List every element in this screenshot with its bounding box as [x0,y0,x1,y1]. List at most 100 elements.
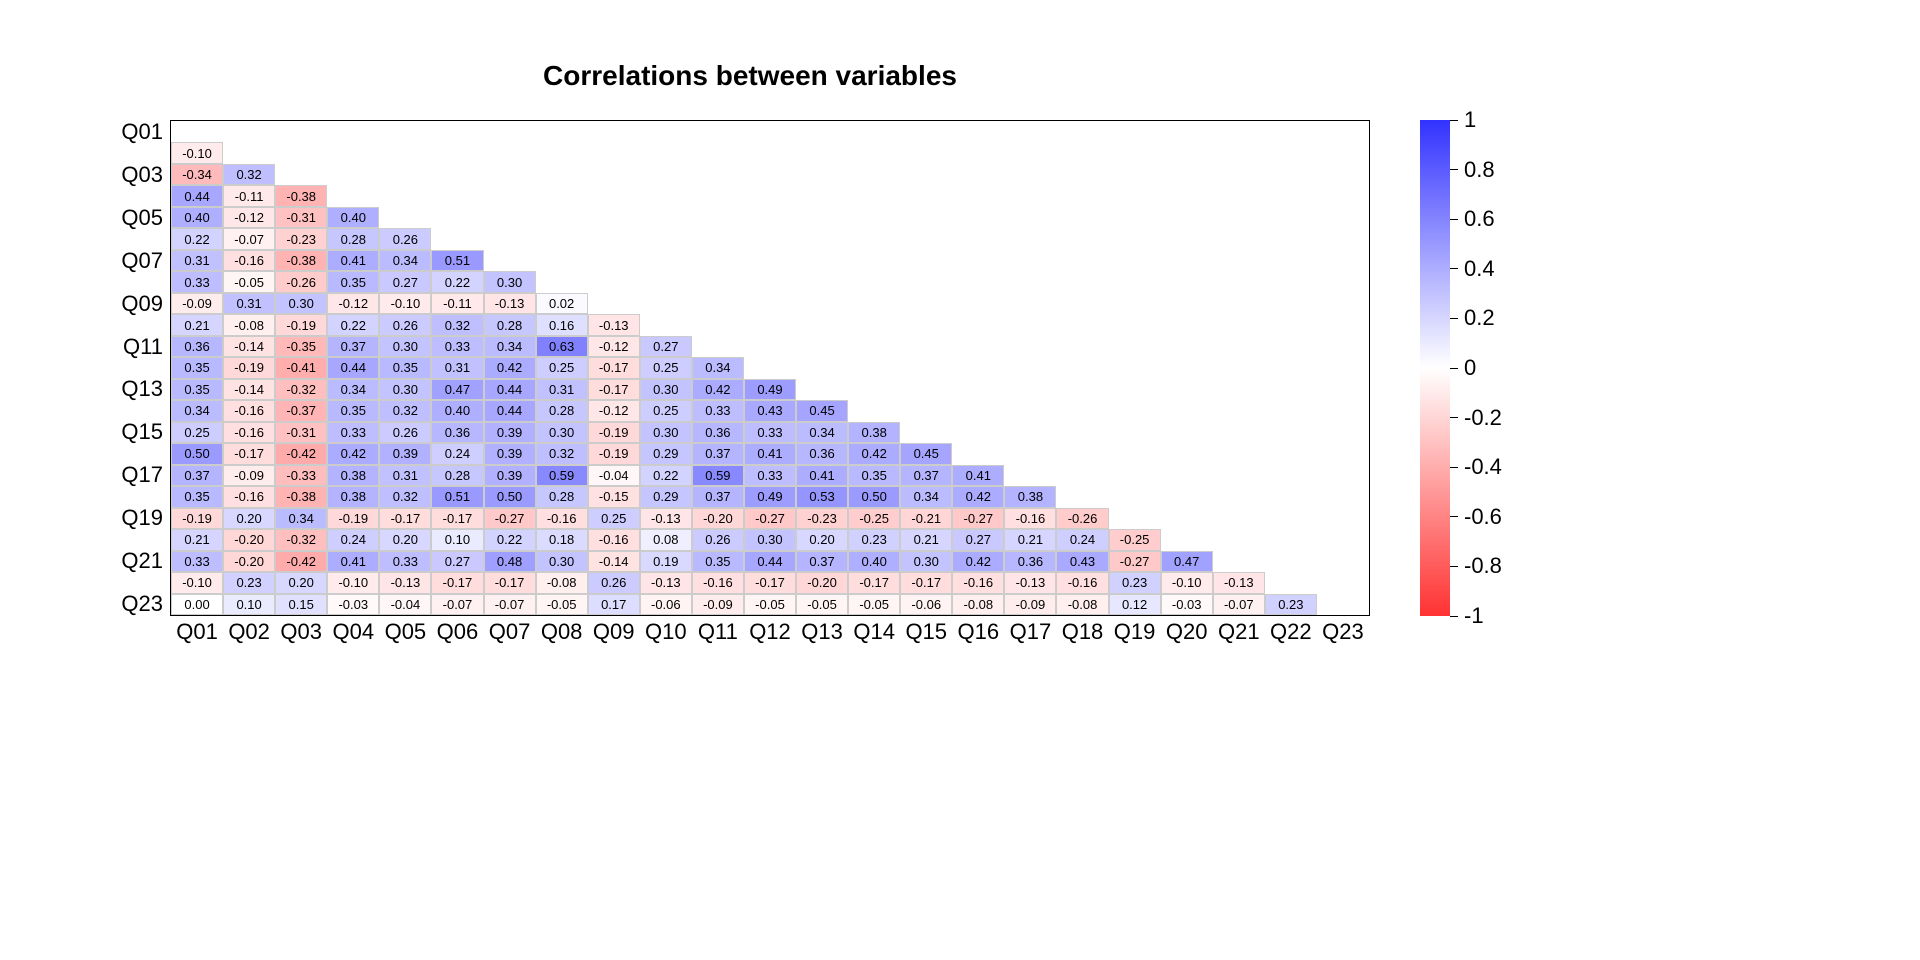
heatmap-cell: 0.30 [900,551,952,572]
heatmap-cell: 0.31 [379,465,431,486]
heatmap-cell: 0.35 [379,357,431,378]
heatmap-cell: 0.31 [223,293,275,314]
heatmap-cell: -0.10 [1161,572,1213,593]
x-axis-label: Q11 [692,615,744,649]
y-axis-label: Q13 [101,379,171,400]
x-axis-label: Q16 [952,615,1004,649]
heatmap-cell: -0.17 [744,572,796,593]
heatmap-cell: -0.17 [900,572,952,593]
heatmap-cell: -0.16 [952,572,1004,593]
colorbar-tick: -0.8 [1450,553,1502,579]
heatmap-cell: -0.27 [484,508,536,529]
heatmap-cell: 0.24 [1056,529,1108,550]
heatmap-cell: 0.32 [223,164,275,185]
heatmap-cell: 0.30 [640,379,692,400]
heatmap-cell: -0.19 [327,508,379,529]
heatmap-cell: 0.20 [275,572,327,593]
heatmap-cell: -0.32 [275,379,327,400]
heatmap-cell: 0.36 [796,443,848,464]
heatmap-cell: 0.32 [536,443,588,464]
heatmap-cell: -0.08 [952,594,1004,615]
heatmap-cell: 0.37 [692,486,744,507]
heatmap-cell: 0.30 [640,422,692,443]
heatmap-cell: 0.41 [952,465,1004,486]
y-axis-label: Q09 [101,293,171,314]
heatmap-cell: -0.16 [536,508,588,529]
heatmap-cell: -0.09 [1004,594,1056,615]
heatmap-cell: 0.42 [848,443,900,464]
heatmap-cell: -0.09 [692,594,744,615]
heatmap-cell: 0.22 [640,465,692,486]
heatmap-cell: -0.05 [536,594,588,615]
heatmap-cell: 0.34 [171,400,223,421]
heatmap-cell: 0.35 [327,271,379,292]
x-axis-label: Q19 [1109,615,1161,649]
heatmap-cell: -0.04 [588,465,640,486]
heatmap-cell: -0.17 [588,379,640,400]
heatmap-cell: 0.08 [640,529,692,550]
heatmap-cell: 0.27 [640,336,692,357]
colorbar-tick: 0.2 [1450,305,1495,331]
heatmap-cell: 0.30 [275,293,327,314]
heatmap-cell: 0.37 [796,551,848,572]
colorbar-tick: 1 [1450,107,1476,133]
x-axis-label: Q06 [431,615,483,649]
heatmap-cell: -0.13 [484,293,536,314]
heatmap-cell: -0.31 [275,422,327,443]
heatmap-cell: -0.14 [223,336,275,357]
heatmap-cell: 0.21 [171,314,223,335]
heatmap-cell: -0.16 [223,250,275,271]
heatmap-cell: 0.23 [1109,572,1161,593]
heatmap-cell: -0.12 [223,207,275,228]
heatmap-cell: -0.26 [1056,508,1108,529]
heatmap-cell: -0.03 [1161,594,1213,615]
heatmap-cell: 0.40 [848,551,900,572]
heatmap-cell: 0.35 [848,465,900,486]
heatmap-cell: 0.35 [171,379,223,400]
heatmap-cell: 0.33 [692,400,744,421]
heatmap-cell: 0.33 [171,271,223,292]
y-axis-label: Q15 [101,422,171,443]
x-axis-label: Q22 [1265,615,1317,649]
heatmap-cell: 0.36 [1004,551,1056,572]
heatmap-cell: 0.28 [327,228,379,249]
heatmap-cell: 0.33 [379,551,431,572]
heatmap-cell: 0.17 [588,594,640,615]
heatmap-cell: 0.49 [744,486,796,507]
heatmap-cell: 0.44 [484,379,536,400]
heatmap-cell: 0.30 [379,336,431,357]
colorbar-tick: -1 [1450,603,1484,629]
heatmap-cell: 0.29 [640,486,692,507]
heatmap-cell: -0.13 [1004,572,1056,593]
heatmap-cell: -0.12 [588,400,640,421]
heatmap-cell: -0.20 [223,551,275,572]
chart-title: Correlations between variables [0,60,1500,92]
heatmap-cell: -0.03 [327,594,379,615]
heatmap-cell: 0.39 [379,443,431,464]
heatmap-cell: -0.35 [275,336,327,357]
heatmap-cell: 0.59 [536,465,588,486]
heatmap-cell: 0.31 [536,379,588,400]
heatmap-cell: -0.13 [379,572,431,593]
heatmap-cell: -0.38 [275,185,327,206]
heatmap-cell: 0.20 [223,508,275,529]
heatmap-cell: -0.19 [223,357,275,378]
colorbar-tick: -0.2 [1450,405,1502,431]
heatmap-cell: -0.17 [431,572,483,593]
heatmap-cell: -0.42 [275,443,327,464]
heatmap-cell: 0.16 [536,314,588,335]
heatmap-cell: -0.15 [588,486,640,507]
heatmap-cell: 0.22 [171,228,223,249]
heatmap-cell: 0.48 [484,551,536,572]
x-axis-label: Q09 [588,615,640,649]
x-axis-label: Q23 [1317,615,1369,649]
heatmap-cell: 0.25 [536,357,588,378]
heatmap-cell: 0.40 [327,207,379,228]
heatmap-cell: -0.41 [275,357,327,378]
heatmap-cell: 0.28 [536,400,588,421]
heatmap-cell: -0.16 [223,400,275,421]
heatmap-cell: 0.50 [848,486,900,507]
heatmap-cell: -0.14 [588,551,640,572]
heatmap-cell: 0.36 [171,336,223,357]
heatmap-plot: -0.10-0.340.320.44-0.11-0.380.40-0.12-0.… [170,120,1370,616]
